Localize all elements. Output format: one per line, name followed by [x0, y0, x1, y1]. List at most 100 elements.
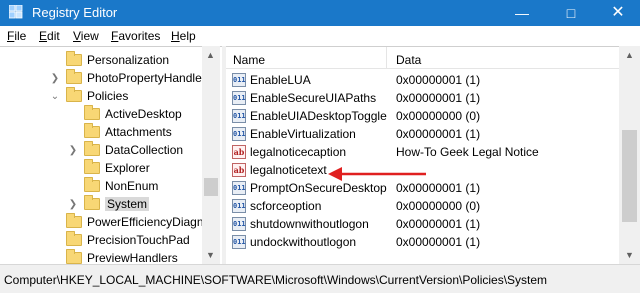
column-divider[interactable]: [386, 47, 387, 69]
value-row[interactable]: 011 shutdownwithoutlogon 0x00000001 (1): [226, 215, 619, 233]
value-data: How-To Geek Legal Notice: [396, 145, 539, 159]
value-name: EnableUIADesktopToggle: [250, 109, 387, 123]
dword-value-icon: 011: [232, 199, 246, 213]
tree-item-label: Policies: [87, 89, 129, 103]
folder-open-icon: [84, 195, 100, 210]
value-data: 0x00000000 (0): [396, 199, 481, 213]
chevron-right-icon[interactable]: ❯: [68, 199, 78, 210]
value-name: legalnoticecaption: [250, 145, 347, 159]
close-icon: ✕: [611, 4, 625, 21]
folder-icon: [84, 123, 100, 138]
chevron-right-icon[interactable]: ❯: [68, 145, 78, 156]
string-value-icon: ab: [232, 163, 246, 177]
value-row[interactable]: 011 EnableSecureUIAPaths 0x00000001 (1): [226, 89, 619, 107]
tree-item-system[interactable]: ❯ System: [68, 195, 150, 213]
tree-item-label: PhotoPropertyHandler: [87, 71, 206, 85]
tree-item-personalization[interactable]: Personalization: [50, 51, 169, 69]
column-header-data[interactable]: Data: [396, 53, 421, 67]
value-name: PromptOnSecureDesktop: [250, 181, 387, 195]
menu-help[interactable]: Help: [171, 29, 196, 43]
tree-item-photopropertyhandler[interactable]: ❯ PhotoPropertyHandler: [50, 69, 206, 87]
folder-icon: [84, 105, 100, 120]
column-header-name[interactable]: Name: [233, 53, 265, 67]
value-data: 0x00000001 (1): [396, 91, 481, 105]
value-name: scforceoption: [250, 199, 322, 213]
maximize-icon: □: [566, 5, 576, 21]
dword-value-icon: 011: [232, 181, 246, 195]
folder-icon: [66, 51, 82, 66]
menu-file[interactable]: File: [7, 29, 26, 43]
chevron-down-icon[interactable]: ⌄: [50, 91, 60, 102]
value-row[interactable]: 011 undockwithoutlogon 0x00000001 (1): [226, 233, 619, 251]
value-name: shutdownwithoutlogon: [250, 217, 369, 231]
value-name: EnableVirtualization: [250, 127, 356, 141]
menu-help-mnemonic: H: [171, 29, 180, 43]
menu-favorites[interactable]: Favorites: [111, 29, 160, 43]
tree-item-label: Attachments: [105, 125, 172, 139]
value-data: 0x00000001 (1): [396, 73, 481, 87]
tree-item-datacollection[interactable]: ❯ DataCollection: [68, 141, 183, 159]
minimize-button[interactable]: —: [500, 0, 544, 26]
tree-item-policies[interactable]: ⌄ Policies: [50, 87, 128, 105]
menu-edit-label: dit: [47, 29, 60, 43]
value-name: undockwithoutlogon: [250, 235, 357, 249]
scroll-down-arrow-icon[interactable]: ▼: [625, 250, 634, 260]
tree-item-label: PreviewHandlers: [87, 251, 178, 264]
menu-view-mnemonic: V: [73, 29, 81, 43]
string-value-icon: ab: [232, 145, 246, 159]
dword-value-icon: 011: [232, 91, 246, 105]
annotation-arrow-icon: [328, 167, 426, 181]
folder-icon: [66, 231, 82, 246]
tree-item-nonenum[interactable]: NonEnum: [68, 177, 158, 195]
value-data: 0x00000000 (0): [396, 109, 481, 123]
minimize-icon: —: [515, 5, 529, 21]
maximize-button[interactable]: □: [549, 0, 593, 26]
value-row[interactable]: 011 scforceoption 0x00000000 (0): [226, 197, 619, 215]
tree-item-label: PowerEfficiencyDiagnc: [87, 215, 210, 229]
dword-value-icon: 011: [232, 127, 246, 141]
tree-item-label: NonEnum: [105, 179, 159, 193]
value-data: 0x00000001 (1): [396, 181, 481, 195]
tree-item-precisiontouchpad[interactable]: PrecisionTouchPad: [50, 231, 190, 249]
values-list[interactable]: Name Data 011 EnableLUA 0x00000001 (1) 011 E…: [226, 46, 619, 264]
value-row[interactable]: 011 EnableUIADesktopToggle 0x00000000 (0): [226, 107, 619, 125]
value-name: EnableSecureUIAPaths: [250, 91, 377, 105]
folder-icon: [66, 213, 82, 228]
tree-item-label: ActiveDesktop: [105, 107, 182, 121]
title-bar: Registry Editor — □ ✕: [0, 0, 640, 26]
value-row[interactable]: ab legalnoticecaption How-To Geek Legal No…: [226, 143, 619, 161]
menu-bar: File Edit View Favorites Help: [0, 26, 640, 46]
tree-item-powerefficiencydiagnc[interactable]: PowerEfficiencyDiagnc: [50, 213, 210, 231]
value-row[interactable]: 011 EnableLUA 0x00000001 (1): [226, 71, 619, 89]
value-row[interactable]: 011 EnableVirtualization 0x00000001 (1): [226, 125, 619, 143]
tree-item-explorer[interactable]: Explorer: [68, 159, 150, 177]
folder-icon: [66, 69, 82, 84]
scroll-up-arrow-icon[interactable]: ▲: [206, 50, 215, 60]
menu-edit[interactable]: Edit: [39, 29, 60, 43]
values-scrollbar-thumb[interactable]: [622, 130, 637, 222]
value-data: 0x00000001 (1): [396, 127, 481, 141]
key-tree[interactable]: Personalization ❯ PhotoPropertyHandler ⌄…: [0, 46, 222, 264]
scroll-down-arrow-icon[interactable]: ▼: [206, 250, 215, 260]
tree-item-label: Personalization: [87, 53, 170, 67]
window-title: Registry Editor: [32, 5, 118, 20]
dword-value-icon: 011: [232, 73, 246, 87]
chevron-right-icon[interactable]: ❯: [50, 73, 60, 84]
menu-edit-mnemonic: E: [39, 29, 48, 43]
tree-scrollbar[interactable]: ▲ ▼: [202, 46, 220, 264]
tree-item-activedesktop[interactable]: ActiveDesktop: [68, 105, 182, 123]
list-header: Name Data: [226, 47, 619, 69]
registry-path: Computer\HKEY_LOCAL_MACHINE\SOFTWARE\Mic…: [4, 273, 548, 287]
tree-scrollbar-thumb[interactable]: [204, 178, 218, 196]
dword-value-icon: 011: [232, 109, 246, 123]
tree-item-attachments[interactable]: Attachments: [68, 123, 172, 141]
values-scrollbar[interactable]: ▲ ▼: [619, 46, 640, 264]
scroll-up-arrow-icon[interactable]: ▲: [625, 50, 634, 60]
tree-item-label: PrecisionTouchPad: [87, 233, 190, 247]
tree-item-previewhandlers[interactable]: PreviewHandlers: [50, 249, 178, 264]
dword-value-icon: 011: [232, 235, 246, 249]
close-button[interactable]: ✕: [596, 0, 640, 26]
value-name: EnableLUA: [250, 73, 311, 87]
menu-view[interactable]: View: [73, 29, 99, 43]
tree-item-label: System: [105, 197, 150, 211]
